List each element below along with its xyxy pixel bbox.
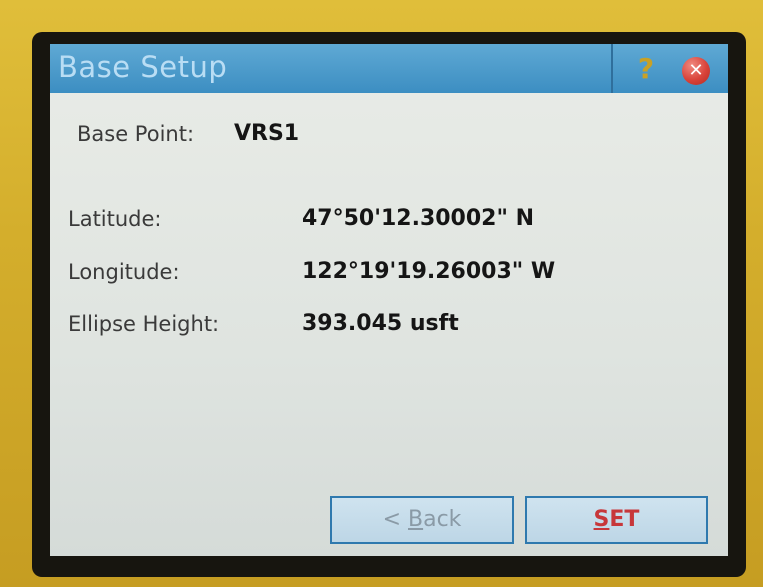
set-button[interactable]: SET — [525, 496, 708, 544]
window-title: Base Setup — [58, 50, 228, 84]
device-body: Base Setup ? ✕ Base Point: VRS1 Latitude… — [0, 0, 763, 587]
set-button-rest: ET — [609, 507, 640, 532]
back-button-accel: B — [408, 507, 424, 532]
ellipse-height-label: Ellipse Height: — [68, 312, 220, 336]
base-point-label: Base Point: — [77, 122, 195, 146]
help-icon[interactable]: ? — [633, 54, 659, 84]
close-icon[interactable]: ✕ — [682, 57, 710, 85]
set-button-accel: S — [593, 507, 610, 532]
back-button-rest: ack — [423, 507, 462, 532]
latitude-label: Latitude: — [68, 207, 162, 231]
latitude-value: 47°50'12.30002" N — [302, 206, 535, 231]
longitude-label: Longitude: — [68, 260, 180, 284]
screen: Base Setup ? ✕ Base Point: VRS1 Latitude… — [50, 44, 728, 556]
back-button-prefix: < — [382, 507, 408, 532]
longitude-value: 122°19'19.26003" W — [302, 259, 556, 284]
title-bar-separator — [611, 44, 613, 93]
base-point-value: VRS1 — [234, 121, 300, 146]
back-button[interactable]: < Back — [330, 496, 514, 544]
ellipse-height-value: 393.045 usft — [302, 311, 459, 336]
title-bar: Base Setup ? ✕ — [50, 44, 728, 93]
